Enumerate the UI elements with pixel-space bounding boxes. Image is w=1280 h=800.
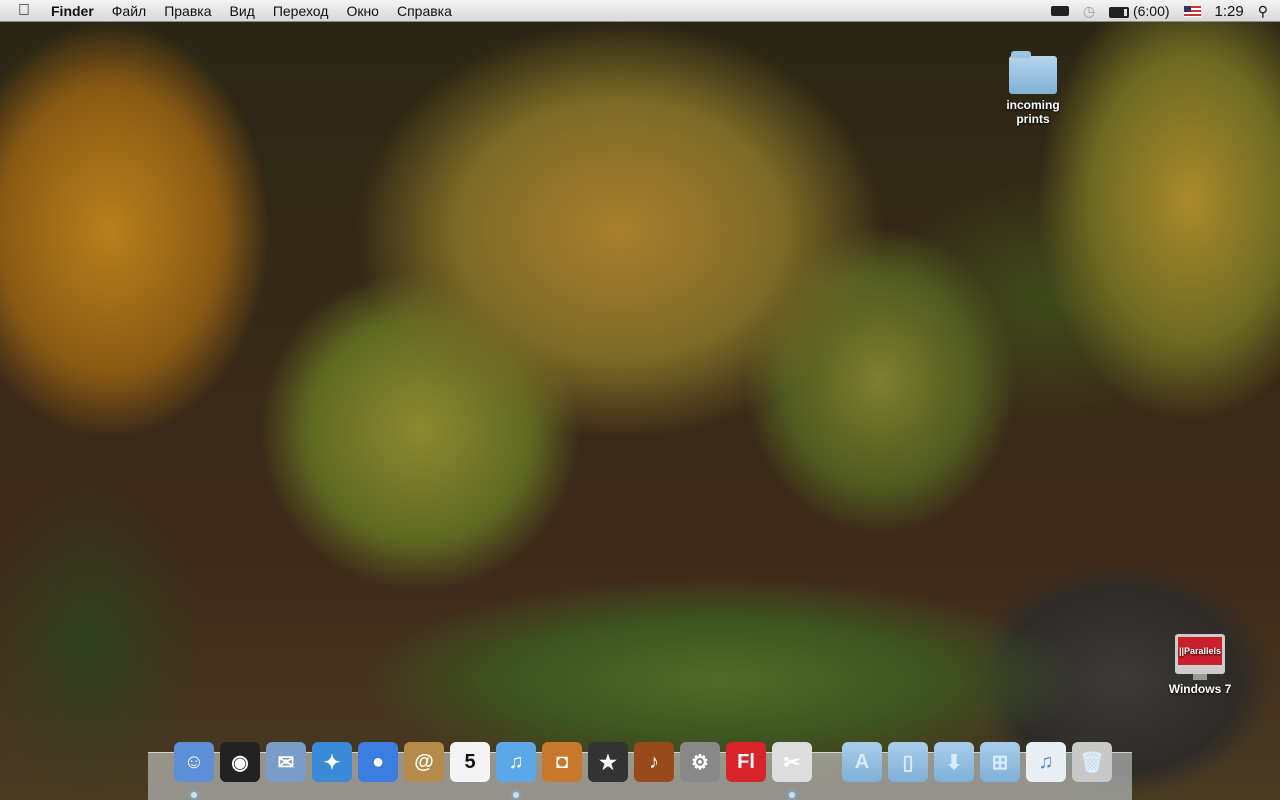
running-indicator	[191, 792, 197, 798]
dock-stack-applications[interactable]: A	[842, 742, 882, 782]
dock-items: ☺ ◉ ✉ ✦ ● @5 ♫ ◘ ★ ♪ ⚙ Fl ✂ A ▯ ⬇ ⊞ ♫ 🗑	[174, 742, 1112, 798]
dock-item-itunes[interactable]: ♫	[496, 742, 536, 798]
dock-stack-trash[interactable]: 🗑	[1072, 742, 1112, 782]
menu-app-finder[interactable]: Finder	[42, 3, 103, 19]
menu-go[interactable]: Переход	[264, 3, 338, 19]
desktop-folder-incoming-prints[interactable]: incoming prints	[993, 51, 1073, 126]
battery-time: (6:00)	[1132, 3, 1170, 19]
dock-item-ichat[interactable]: ●	[358, 742, 398, 782]
running-indicator	[789, 792, 795, 798]
dock-item-script-editor[interactable]: ✂	[772, 742, 812, 798]
spotlight-icon[interactable]: ⚲	[1258, 3, 1268, 20]
dock-item-address-book[interactable]: @	[404, 742, 444, 782]
dock-item-finder[interactable]: ☺	[174, 742, 214, 798]
menu-window[interactable]: Окно	[337, 3, 388, 19]
dock-item-mail[interactable]: ✉	[266, 742, 306, 782]
dock-item-flash[interactable]: Fl	[726, 742, 766, 782]
folder-icon	[1009, 51, 1057, 94]
dock-stack-itunes-stack[interactable]: ♫	[1026, 742, 1066, 782]
us-flag-icon[interactable]	[1183, 5, 1201, 17]
running-indicator	[513, 792, 519, 798]
menu-file[interactable]: Файл	[103, 3, 155, 19]
parallels-icon: ||Parallels	[1175, 634, 1225, 680]
time-machine-icon[interactable]: ◷	[1083, 3, 1095, 20]
menu-edit[interactable]: Правка	[155, 3, 220, 19]
dock-stack-documents[interactable]: ▯	[888, 742, 928, 782]
parallels-label: Windows 7	[1168, 682, 1232, 696]
dock-separator	[818, 742, 836, 782]
dock-item-safari[interactable]: ✦	[312, 742, 352, 782]
dock-item-imovie[interactable]: ★	[588, 742, 628, 782]
clock[interactable]: 1:29	[1215, 3, 1244, 20]
desktop-parallels-windows7[interactable]: ||Parallels Windows 7	[1160, 634, 1240, 696]
dock-item-dashboard[interactable]: ◉	[220, 742, 260, 782]
battery-icon	[1109, 6, 1130, 18]
battery-status[interactable]: (6:00)	[1109, 3, 1170, 19]
menu-help[interactable]: Справка	[388, 3, 461, 19]
apple-icon[interactable]: 	[0, 2, 42, 20]
folder-label: incoming prints	[1006, 98, 1060, 126]
menu-bar:  Finder Файл Правка Вид Переход Окно Сп…	[0, 0, 1280, 22]
dock-stack-windows-applications[interactable]: ⊞	[980, 742, 1020, 782]
dock-item-system-preferences[interactable]: ⚙	[680, 742, 720, 782]
window-manager-icon[interactable]	[1050, 6, 1069, 16]
menu-view[interactable]: Вид	[221, 3, 264, 19]
dock-item-ical[interactable]: 5	[450, 742, 490, 782]
dock-stack-downloads[interactable]: ⬇	[934, 742, 974, 782]
dock-item-iphoto[interactable]: ◘	[542, 742, 582, 782]
dock-item-garageband[interactable]: ♪	[634, 742, 674, 782]
